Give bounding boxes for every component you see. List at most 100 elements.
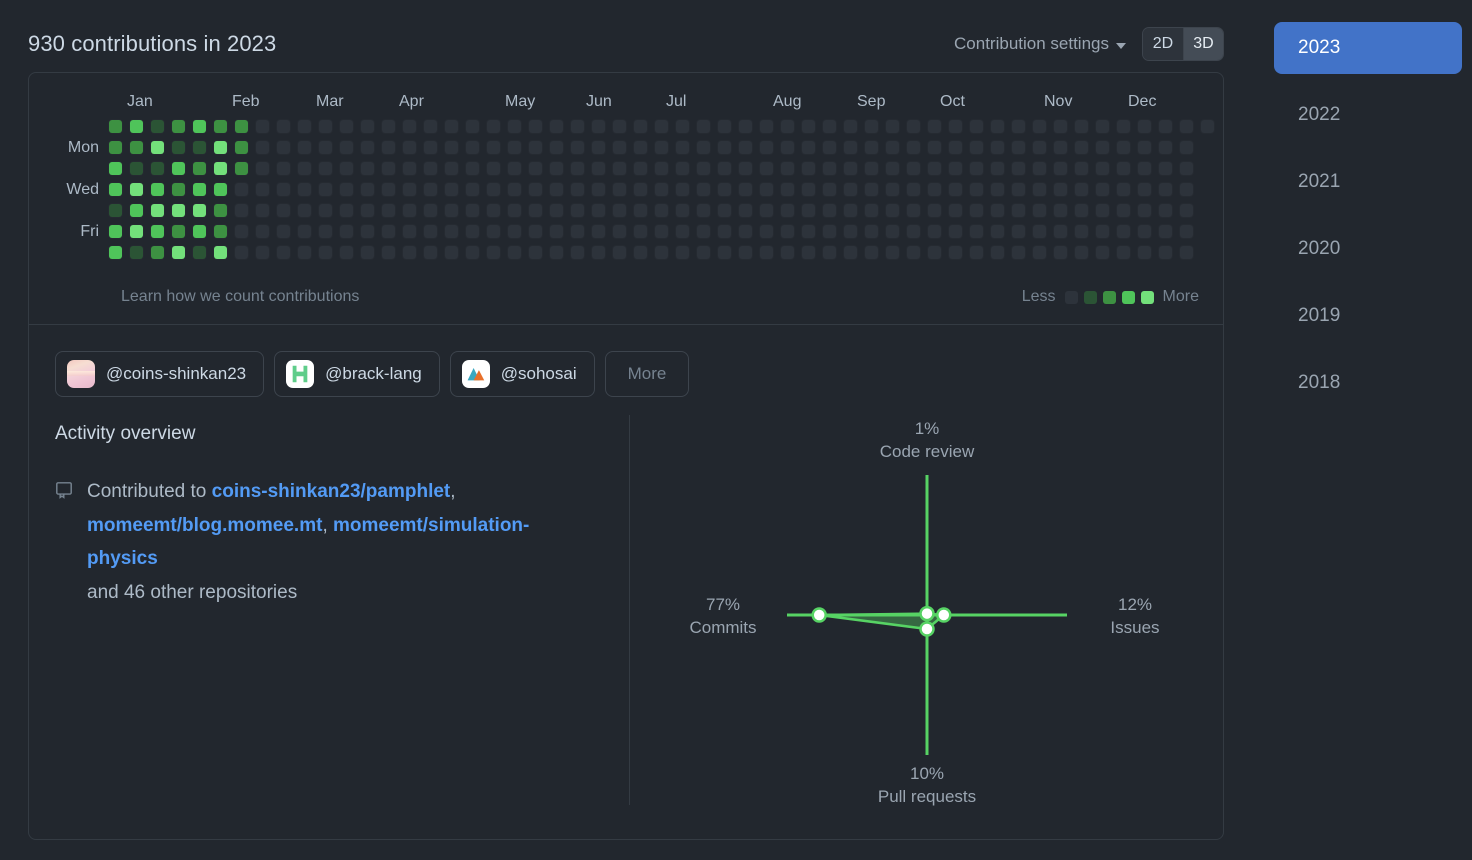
contribution-cell[interactable] <box>949 141 962 154</box>
contribution-grid[interactable] <box>109 120 1218 267</box>
contribution-cell[interactable] <box>193 225 206 238</box>
contribution-cell[interactable] <box>1012 162 1025 175</box>
contribution-cell[interactable] <box>424 162 437 175</box>
contribution-cell[interactable] <box>1117 162 1130 175</box>
contribution-cell[interactable] <box>130 183 143 196</box>
contribution-cell[interactable] <box>802 162 815 175</box>
contribution-cell[interactable] <box>760 162 773 175</box>
contribution-cell[interactable] <box>1201 141 1214 154</box>
contribution-cell[interactable] <box>508 204 521 217</box>
contribution-cell[interactable] <box>466 162 479 175</box>
contribution-cell[interactable] <box>319 183 332 196</box>
contribution-cell[interactable] <box>886 204 899 217</box>
contribution-cell[interactable] <box>319 120 332 133</box>
contribution-cell[interactable] <box>172 162 185 175</box>
contribution-cell[interactable] <box>1138 162 1151 175</box>
contribution-cell[interactable] <box>1159 183 1172 196</box>
contribution-cell[interactable] <box>634 246 647 259</box>
contribution-cell[interactable] <box>1180 162 1193 175</box>
contribution-cell[interactable] <box>1201 246 1214 259</box>
contribution-cell[interactable] <box>235 183 248 196</box>
contribution-cell[interactable] <box>1201 120 1214 133</box>
contribution-cell[interactable] <box>298 183 311 196</box>
repository-link[interactable]: coins-shinkan23/pamphlet <box>212 481 451 502</box>
contribution-cell[interactable] <box>865 120 878 133</box>
contribution-cell[interactable] <box>655 141 668 154</box>
contribution-cell[interactable] <box>592 225 605 238</box>
contribution-cell[interactable] <box>109 162 122 175</box>
contribution-cell[interactable] <box>403 183 416 196</box>
contribution-cell[interactable] <box>1012 141 1025 154</box>
contribution-cell[interactable] <box>1075 120 1088 133</box>
contribution-cell[interactable] <box>466 246 479 259</box>
contribution-cell[interactable] <box>235 246 248 259</box>
contribution-cell[interactable] <box>1033 162 1046 175</box>
contribution-cell[interactable] <box>970 183 983 196</box>
contribution-cell[interactable] <box>781 246 794 259</box>
contribution-cell[interactable] <box>886 120 899 133</box>
contribution-cell[interactable] <box>382 183 395 196</box>
contribution-cell[interactable] <box>109 204 122 217</box>
contribution-cell[interactable] <box>529 162 542 175</box>
contribution-cell[interactable] <box>1159 225 1172 238</box>
contribution-cell[interactable] <box>403 204 416 217</box>
contribution-cell[interactable] <box>613 183 626 196</box>
contribution-cell[interactable] <box>1138 225 1151 238</box>
contribution-cell[interactable] <box>508 246 521 259</box>
contribution-cell[interactable] <box>886 246 899 259</box>
contribution-cell[interactable] <box>571 225 584 238</box>
contribution-cell[interactable] <box>298 141 311 154</box>
contribution-cell[interactable] <box>550 225 563 238</box>
contribution-cell[interactable] <box>550 162 563 175</box>
contribution-cell[interactable] <box>634 204 647 217</box>
contribution-cell[interactable] <box>970 204 983 217</box>
contribution-cell[interactable] <box>529 141 542 154</box>
contribution-cell[interactable] <box>907 183 920 196</box>
contribution-cell[interactable] <box>760 225 773 238</box>
contribution-cell[interactable] <box>991 204 1004 217</box>
contribution-cell[interactable] <box>214 246 227 259</box>
contribution-cell[interactable] <box>235 225 248 238</box>
contribution-cell[interactable] <box>151 141 164 154</box>
contribution-cell[interactable] <box>193 162 206 175</box>
toggle-2d-button[interactable]: 2D <box>1143 28 1183 60</box>
contribution-cell[interactable] <box>214 162 227 175</box>
year-item-2021[interactable]: 2021 <box>1274 156 1462 208</box>
contribution-cell[interactable] <box>676 246 689 259</box>
contribution-cell[interactable] <box>109 141 122 154</box>
contribution-cell[interactable] <box>319 141 332 154</box>
contribution-cell[interactable] <box>529 225 542 238</box>
contribution-cell[interactable] <box>781 120 794 133</box>
contribution-cell[interactable] <box>634 162 647 175</box>
contribution-cell[interactable] <box>277 246 290 259</box>
contribution-cell[interactable] <box>823 246 836 259</box>
contribution-cell[interactable] <box>1180 225 1193 238</box>
contribution-cell[interactable] <box>151 225 164 238</box>
contribution-cell[interactable] <box>1180 246 1193 259</box>
contribution-cell[interactable] <box>1033 225 1046 238</box>
contribution-cell[interactable] <box>109 120 122 133</box>
contribution-cell[interactable] <box>802 141 815 154</box>
contribution-cell[interactable] <box>277 120 290 133</box>
contribution-cell[interactable] <box>928 141 941 154</box>
contribution-cell[interactable] <box>1138 246 1151 259</box>
contribution-cell[interactable] <box>613 204 626 217</box>
contribution-cell[interactable] <box>865 225 878 238</box>
contribution-cell[interactable] <box>739 162 752 175</box>
contribution-cell[interactable] <box>466 183 479 196</box>
contribution-cell[interactable] <box>529 204 542 217</box>
contribution-cell[interactable] <box>424 183 437 196</box>
contribution-cell[interactable] <box>571 204 584 217</box>
contribution-cell[interactable] <box>802 204 815 217</box>
contribution-cell[interactable] <box>1096 225 1109 238</box>
contribution-cell[interactable] <box>1096 246 1109 259</box>
contribution-cell[interactable] <box>970 246 983 259</box>
contribution-cell[interactable] <box>1033 183 1046 196</box>
contribution-cell[interactable] <box>697 246 710 259</box>
contribution-cell[interactable] <box>466 225 479 238</box>
year-item-2018[interactable]: 2018 <box>1274 357 1462 409</box>
contribution-cell[interactable] <box>1054 120 1067 133</box>
contribution-cell[interactable] <box>1096 162 1109 175</box>
contribution-cell[interactable] <box>823 162 836 175</box>
contribution-cell[interactable] <box>508 120 521 133</box>
